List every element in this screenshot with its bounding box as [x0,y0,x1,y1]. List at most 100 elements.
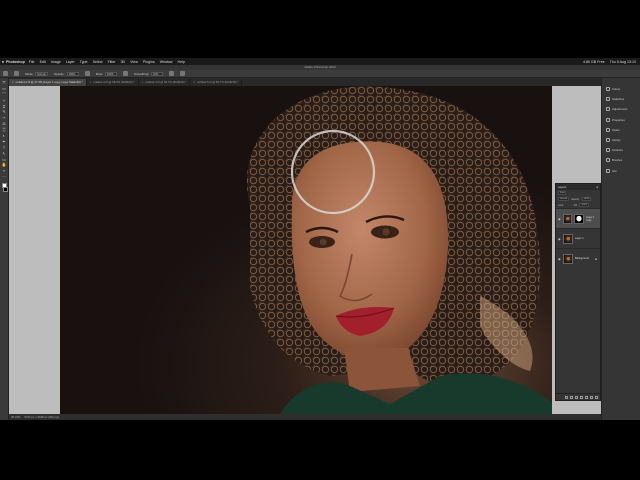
tool-icon[interactable]: ↖ [2,151,7,156]
blend-mode-dropdown[interactable]: Normal [558,197,570,201]
layer-filter-kind[interactable]: Kind [558,191,567,195]
layer-thumbnail[interactable] [563,233,573,244]
app-menu[interactable]: Photoshop [6,60,25,64]
menu-help[interactable]: Help [178,60,185,64]
panel-button-adjustments[interactable]: Adjustments [602,104,640,114]
layers-panel-title[interactable]: Layers [558,184,566,190]
menu-view[interactable]: View [130,60,138,64]
tool-icon[interactable]: ✑ [2,115,7,120]
mode-control[interactable]: Mode: Normal [25,71,48,76]
group-icon[interactable] [585,395,588,399]
panel-button-brushes[interactable]: Brushes [602,155,640,165]
tool-icon[interactable]: ⤧ [2,80,7,85]
menu-window[interactable]: Window [160,60,173,64]
panel-menu-icon[interactable]: ≡ [596,184,598,190]
document-tab[interactable]: × untitled-3.tif @ 58.3% (RGB/16) * [87,79,139,86]
flow-control[interactable]: Flow: 100% [96,71,117,76]
canvas-area[interactable] [9,86,601,414]
layer-row[interactable]: ◉ Background ■ [556,248,600,268]
fx-icon[interactable] [570,395,573,399]
menu-plugins[interactable]: Plugins [143,60,155,64]
portrait-image[interactable] [60,86,552,414]
smoothing-field[interactable]: 10% [151,71,164,76]
tool-icon[interactable]: T [2,145,7,150]
angle-icon[interactable] [180,71,186,76]
link-layers-icon[interactable] [565,395,568,399]
menubar-status-clock: Thu 8 Aug 13:10 [609,59,636,64]
tool-icon[interactable]: ⋯ [2,174,7,179]
document-info[interactable]: 5472 px x 3648 px (300 ppi) [25,414,60,420]
brush-settings-icon[interactable] [14,71,19,76]
adjustment-layer-icon[interactable] [580,395,583,399]
layer-list: ◉ Layer 1 copy ◉ Layer 1 ◉ Background ■ [556,208,600,268]
trash-icon[interactable] [595,395,598,399]
document-tab[interactable]: × untitled-2.tif @ 47.3% (Layer 1 copy, L… [9,79,87,86]
tool-icon[interactable]: ✋ [2,163,7,168]
panel-label: History [612,138,621,143]
menu-layer[interactable]: Layer [66,60,75,64]
menu-image[interactable]: Image [51,60,61,64]
close-tab-icon[interactable]: × [90,79,92,86]
brush-preset-icon[interactable] [3,71,8,76]
smoothing-settings-icon[interactable] [169,71,175,76]
layer-mask-thumbnail[interactable] [574,213,584,224]
menu-type[interactable]: Type [80,60,88,64]
smoothing-control[interactable]: Smoothing: 10% [134,71,164,76]
layer-name[interactable]: Layer 1 copy [586,216,600,222]
panel-button-swatches[interactable]: Swatches [602,94,640,104]
layer-name[interactable]: Background [575,257,589,260]
tool-icon[interactable]: ✧ [2,98,7,103]
close-tab-icon[interactable]: × [193,79,195,86]
close-tab-icon[interactable]: × [12,79,14,86]
menu-filter[interactable]: Filter [108,60,116,64]
visibility-eye-icon[interactable]: ◉ [558,257,561,261]
menu-file[interactable]: File [29,60,35,64]
panel-button-info[interactable]: Info [602,166,640,176]
background-colour-swatch[interactable] [3,186,8,192]
collapsed-panels: Colour Swatches Adjustments Properties Style… [601,78,640,420]
menu-3d[interactable]: 3D [121,60,126,64]
mode-dropdown[interactable]: Normal [35,71,48,76]
tool-icon[interactable]: ▭ [2,157,7,162]
close-tab-icon[interactable]: × [142,79,144,86]
layer-row[interactable]: ◉ Layer 1 copy [556,208,600,228]
panel-button-properties[interactable]: Properties [602,115,640,125]
add-mask-icon[interactable] [575,395,578,399]
visibility-eye-icon[interactable]: ◉ [558,237,561,241]
layer-name[interactable]: Layer 1 [575,237,584,240]
layer-thumbnail[interactable] [562,213,573,224]
tool-icon[interactable]: ⎌ [2,121,7,126]
menu-select[interactable]: Select [93,60,103,64]
pressure-opacity-icon[interactable] [84,71,90,76]
libraries-panel-icon [606,148,610,153]
tool-icon[interactable]: ⌒ [2,92,7,97]
document-tab[interactable]: × untitled-4.tif @ 56.7% (RGB/16) * [139,79,191,86]
tool-icon[interactable]: ⌗ [2,104,7,109]
layer-row[interactable]: ◉ Layer 1 [556,228,600,248]
flow-field[interactable]: 100% [104,71,117,76]
layer-thumbnail[interactable] [563,253,573,264]
tool-icon[interactable]: ✎ [2,110,7,115]
layer-opacity-field[interactable]: 100% [581,197,592,201]
document-tab[interactable]: × untitled-5.tif @ 56.7% (RGB/16) * [190,79,243,86]
layer-fill-field[interactable]: 100% [579,203,590,207]
airbrush-icon[interactable] [122,71,128,76]
tool-icon[interactable]: ◐ [2,133,7,138]
tool-icon[interactable]: ✒ [2,139,7,144]
document-tab-label: untitled-2.tif @ 47.3% (Layer 1 copy, La… [15,80,83,84]
zoom-level[interactable]: 45.33% [11,414,21,420]
document-tabs: × untitled-2.tif @ 47.3% (Layer 1 copy, L… [9,79,640,86]
new-layer-icon[interactable] [590,395,593,399]
panel-button-history[interactable]: History [602,135,640,145]
panel-button-libraries[interactable]: Libraries [602,145,640,155]
visibility-eye-icon[interactable]: ◉ [558,217,561,221]
tool-icon[interactable]: ⌕ [2,168,7,173]
panel-button-styles[interactable]: Styles [602,125,640,135]
menu-edit[interactable]: Edit [40,60,46,64]
panel-button-colour[interactable]: Colour [602,84,640,94]
tool-icon[interactable]: ▭ [2,86,7,91]
opacity-control[interactable]: Opacity: 100% [54,71,79,76]
panel-label: Styles [612,127,620,132]
opacity-field[interactable]: 100% [66,71,79,76]
tool-icon[interactable]: ▒ [2,127,7,132]
